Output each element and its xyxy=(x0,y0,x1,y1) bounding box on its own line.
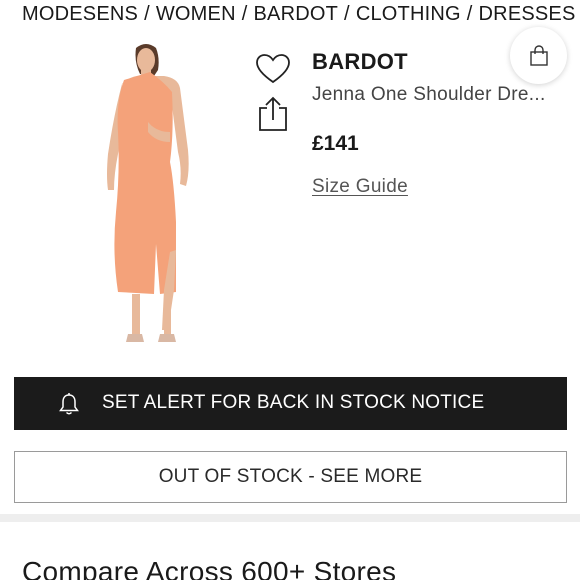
breadcrumb-item-women[interactable]: WOMEN xyxy=(156,3,236,25)
shopping-bag-button[interactable] xyxy=(510,27,567,84)
share-icon[interactable] xyxy=(256,96,290,132)
out-of-stock-label: OUT OF STOCK - SEE MORE xyxy=(158,466,423,487)
compare-section-title: Compare Across 600+ Stores xyxy=(22,556,397,580)
size-guide-link[interactable]: Size Guide xyxy=(312,176,408,198)
bell-icon xyxy=(59,393,79,415)
set-stock-alert-label: SET ALERT FOR BACK IN STOCK NOTICE xyxy=(102,392,485,413)
breadcrumb-item-clothing[interactable]: CLOTHING xyxy=(356,3,461,25)
breadcrumb-separator: / xyxy=(241,3,248,25)
section-divider xyxy=(0,514,580,522)
heart-icon[interactable] xyxy=(256,54,290,84)
breadcrumb: MODESENS / WOMEN / BARDOT / CLOTHING / DRESSES xyxy=(22,2,580,26)
set-stock-alert-button[interactable]: SET ALERT FOR BACK IN STOCK NOTICE xyxy=(14,377,567,430)
shopping-bag-icon xyxy=(529,44,548,66)
out-of-stock-button[interactable]: OUT OF STOCK - SEE MORE xyxy=(14,451,567,503)
breadcrumb-separator: / xyxy=(466,3,473,25)
breadcrumb-separator: / xyxy=(144,3,150,25)
product-page: MODESENS / WOMEN / BARDOT / CLOTHING / DRESSES xyxy=(0,0,580,580)
breadcrumb-item-dresses[interactable]: DRESSES xyxy=(479,3,576,25)
product-price: £141 xyxy=(312,132,359,155)
brand-name[interactable]: BARDOT xyxy=(312,49,408,75)
breadcrumb-separator: / xyxy=(344,3,350,25)
product-name: Jenna One Shoulder Dre... xyxy=(312,84,546,105)
breadcrumb-item-bardot[interactable]: BARDOT xyxy=(254,3,339,25)
product-image[interactable] xyxy=(84,42,214,354)
breadcrumb-item-modesens[interactable]: MODESENS xyxy=(22,3,138,25)
